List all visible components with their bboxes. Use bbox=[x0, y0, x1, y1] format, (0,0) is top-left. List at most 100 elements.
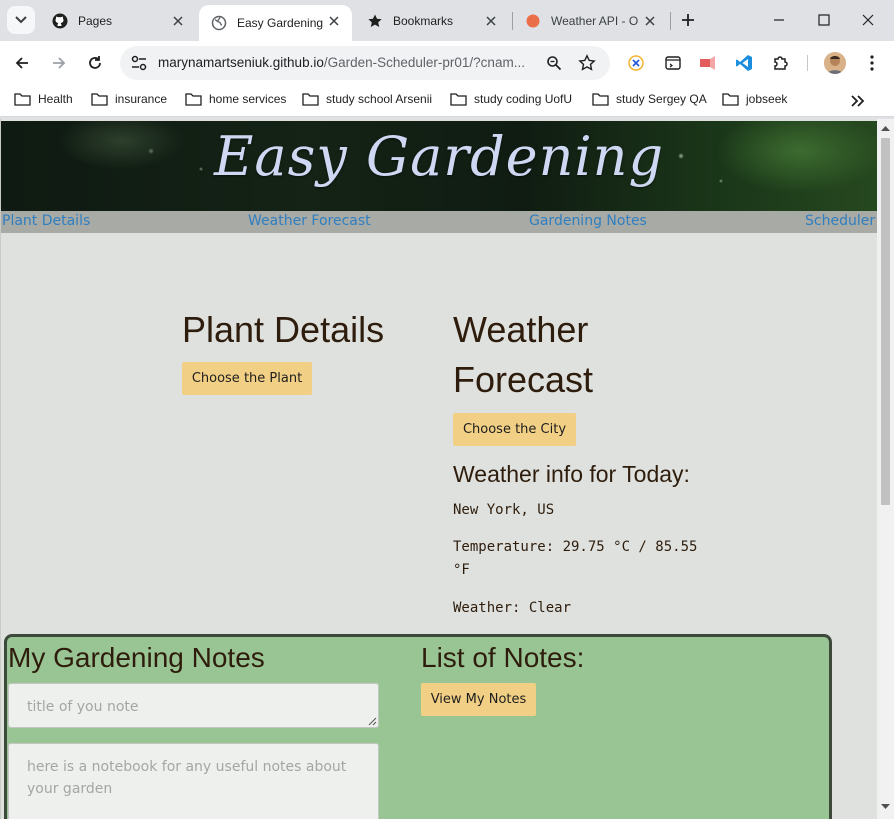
tab-title: Easy Gardening bbox=[237, 16, 324, 30]
scroll-down-arrow-icon[interactable] bbox=[881, 803, 890, 811]
close-icon[interactable] bbox=[483, 13, 499, 29]
vscode-icon[interactable] bbox=[734, 53, 754, 73]
tab-separator bbox=[670, 12, 671, 30]
notes-title: My Gardening Notes bbox=[8, 642, 265, 673]
bookmark-folder[interactable]: study Sergey QA bbox=[592, 92, 707, 106]
extension-record-icon[interactable] bbox=[698, 53, 718, 73]
close-icon[interactable] bbox=[326, 13, 342, 29]
bookmark-folder[interactable]: Health bbox=[14, 92, 73, 106]
close-icon[interactable] bbox=[170, 13, 186, 29]
tab-search-button[interactable] bbox=[7, 6, 35, 34]
bookmark-folder[interactable]: home services bbox=[185, 92, 286, 106]
tab-title: Pages bbox=[78, 13, 113, 28]
bookmark-folder[interactable]: study school Arsenii bbox=[302, 92, 432, 106]
bookmark-star-icon[interactable] bbox=[578, 54, 596, 72]
plant-details-title: Plant Details bbox=[182, 309, 385, 350]
url-host: marynamartseniuk.github.io bbox=[158, 55, 324, 70]
more-vert-icon[interactable] bbox=[862, 53, 882, 73]
note-body-textarea[interactable]: here is a notebook for any useful notes … bbox=[8, 743, 379, 819]
url-path: /Garden-Scheduler-pr01/?cnam... bbox=[323, 55, 525, 70]
star-icon bbox=[367, 13, 383, 29]
site-settings-icon[interactable] bbox=[128, 53, 150, 73]
chevron-double-right-icon[interactable] bbox=[848, 92, 866, 110]
chevron-down-icon bbox=[15, 16, 27, 24]
choose-city-button[interactable]: Choose the City bbox=[453, 413, 576, 446]
main-nav: Plant Details Weather Forecast Gardening… bbox=[1, 211, 877, 233]
folder-icon bbox=[722, 93, 739, 106]
folder-icon bbox=[91, 93, 108, 106]
view-notes-button[interactable]: View My Notes bbox=[421, 683, 536, 716]
close-icon bbox=[862, 14, 874, 26]
tab-bookmarks[interactable]: Bookmarks bbox=[355, 5, 509, 36]
nav-link-gardening-notes[interactable]: Gardening Notes bbox=[529, 213, 647, 229]
minimize-button[interactable] bbox=[765, 6, 793, 34]
bookmark-label: study Sergey QA bbox=[616, 92, 707, 106]
extension-screen-icon[interactable] bbox=[663, 53, 683, 73]
close-window-button[interactable] bbox=[854, 6, 882, 34]
globe-icon bbox=[211, 15, 227, 31]
choose-plant-button[interactable]: Choose the Plant bbox=[182, 362, 312, 395]
weather-condition: Weather: Clear bbox=[453, 600, 572, 616]
folder-icon bbox=[592, 93, 609, 106]
bookmark-label: Health bbox=[38, 92, 73, 106]
tab-pages[interactable]: Pages bbox=[40, 5, 196, 36]
notes-list-title: List of Notes: bbox=[421, 642, 585, 673]
note-title-input[interactable]: title of you note bbox=[8, 683, 379, 728]
bookmarks-bar: Health insurance home services study sch… bbox=[0, 85, 894, 117]
maximize-icon bbox=[818, 14, 830, 26]
maximize-button[interactable] bbox=[810, 6, 838, 34]
folder-icon bbox=[14, 93, 31, 106]
zoom-search-icon[interactable] bbox=[545, 54, 563, 72]
bookmark-label: jobseek bbox=[746, 92, 788, 106]
resize-handle-icon[interactable] bbox=[368, 717, 377, 726]
folder-icon bbox=[302, 93, 319, 106]
nav-link-scheduler[interactable]: Scheduler bbox=[805, 213, 875, 229]
close-icon[interactable] bbox=[642, 13, 658, 29]
bookmark-label: insurance bbox=[115, 92, 168, 106]
url-text: marynamartseniuk.github.io/Garden-Schedu… bbox=[158, 55, 525, 70]
arrow-left-icon bbox=[15, 57, 28, 69]
tab-title: Weather API - O bbox=[551, 13, 639, 28]
back-button[interactable] bbox=[8, 50, 36, 76]
reload-button[interactable] bbox=[81, 50, 109, 76]
header-banner: Easy Gardening bbox=[1, 121, 877, 211]
minimize-icon bbox=[774, 19, 784, 21]
plus-icon bbox=[682, 14, 694, 26]
weather-today-title: Weather info for Today: bbox=[453, 461, 690, 487]
extension-x-icon[interactable] bbox=[626, 53, 646, 73]
openweather-icon bbox=[525, 13, 541, 29]
site-title: Easy Gardening bbox=[213, 125, 665, 188]
tab-title: Bookmarks bbox=[393, 13, 454, 28]
folder-icon bbox=[450, 93, 467, 106]
bookmark-label: study coding UofU bbox=[474, 92, 573, 106]
scrollbar-thumb[interactable] bbox=[881, 138, 890, 505]
forward-button[interactable] bbox=[45, 50, 73, 76]
page-viewport: Easy Gardening Plant Details Weather For… bbox=[0, 119, 894, 819]
gardening-notes-panel: My Gardening Notes title of you note her… bbox=[4, 634, 832, 819]
tab-strip: Pages Easy Gardening Bookmarks Weather A… bbox=[0, 0, 894, 41]
extensions-puzzle-icon[interactable] bbox=[771, 53, 791, 73]
page-scrollbar[interactable] bbox=[877, 119, 894, 819]
github-icon bbox=[52, 13, 68, 29]
reload-icon bbox=[89, 56, 101, 69]
bookmark-label: study school Arsenii bbox=[326, 92, 433, 106]
tab-easy-gardening[interactable]: Easy Gardening bbox=[199, 5, 352, 41]
nav-link-weather-forecast[interactable]: Weather Forecast bbox=[248, 213, 371, 229]
nav-link-plant-details[interactable]: Plant Details bbox=[2, 213, 90, 229]
address-bar[interactable]: marynamartseniuk.github.io/Garden-Schedu… bbox=[120, 46, 610, 80]
bookmark-folder[interactable]: study coding UofU bbox=[450, 92, 572, 106]
browser-toolbar: marynamartseniuk.github.io/Garden-Schedu… bbox=[0, 41, 894, 85]
arrow-right-icon bbox=[53, 57, 66, 69]
weather-temperature-line1: Temperature: 29.75 °C / 85.55 bbox=[453, 539, 698, 555]
weather-forecast-title-line1: Weather bbox=[453, 309, 589, 350]
folder-icon bbox=[185, 93, 202, 106]
profile-avatar[interactable] bbox=[824, 52, 846, 74]
bookmark-label: home services bbox=[209, 92, 287, 106]
weather-forecast-title-line2: Forecast bbox=[453, 359, 594, 400]
bookmark-folder[interactable]: jobseek bbox=[722, 92, 787, 106]
scroll-up-arrow-icon[interactable] bbox=[881, 124, 890, 132]
tab-weather-api[interactable]: Weather API - O bbox=[513, 5, 668, 36]
new-tab-button[interactable] bbox=[676, 8, 700, 32]
bookmark-folder[interactable]: insurance bbox=[91, 92, 167, 106]
toolbar-divider bbox=[807, 55, 808, 71]
